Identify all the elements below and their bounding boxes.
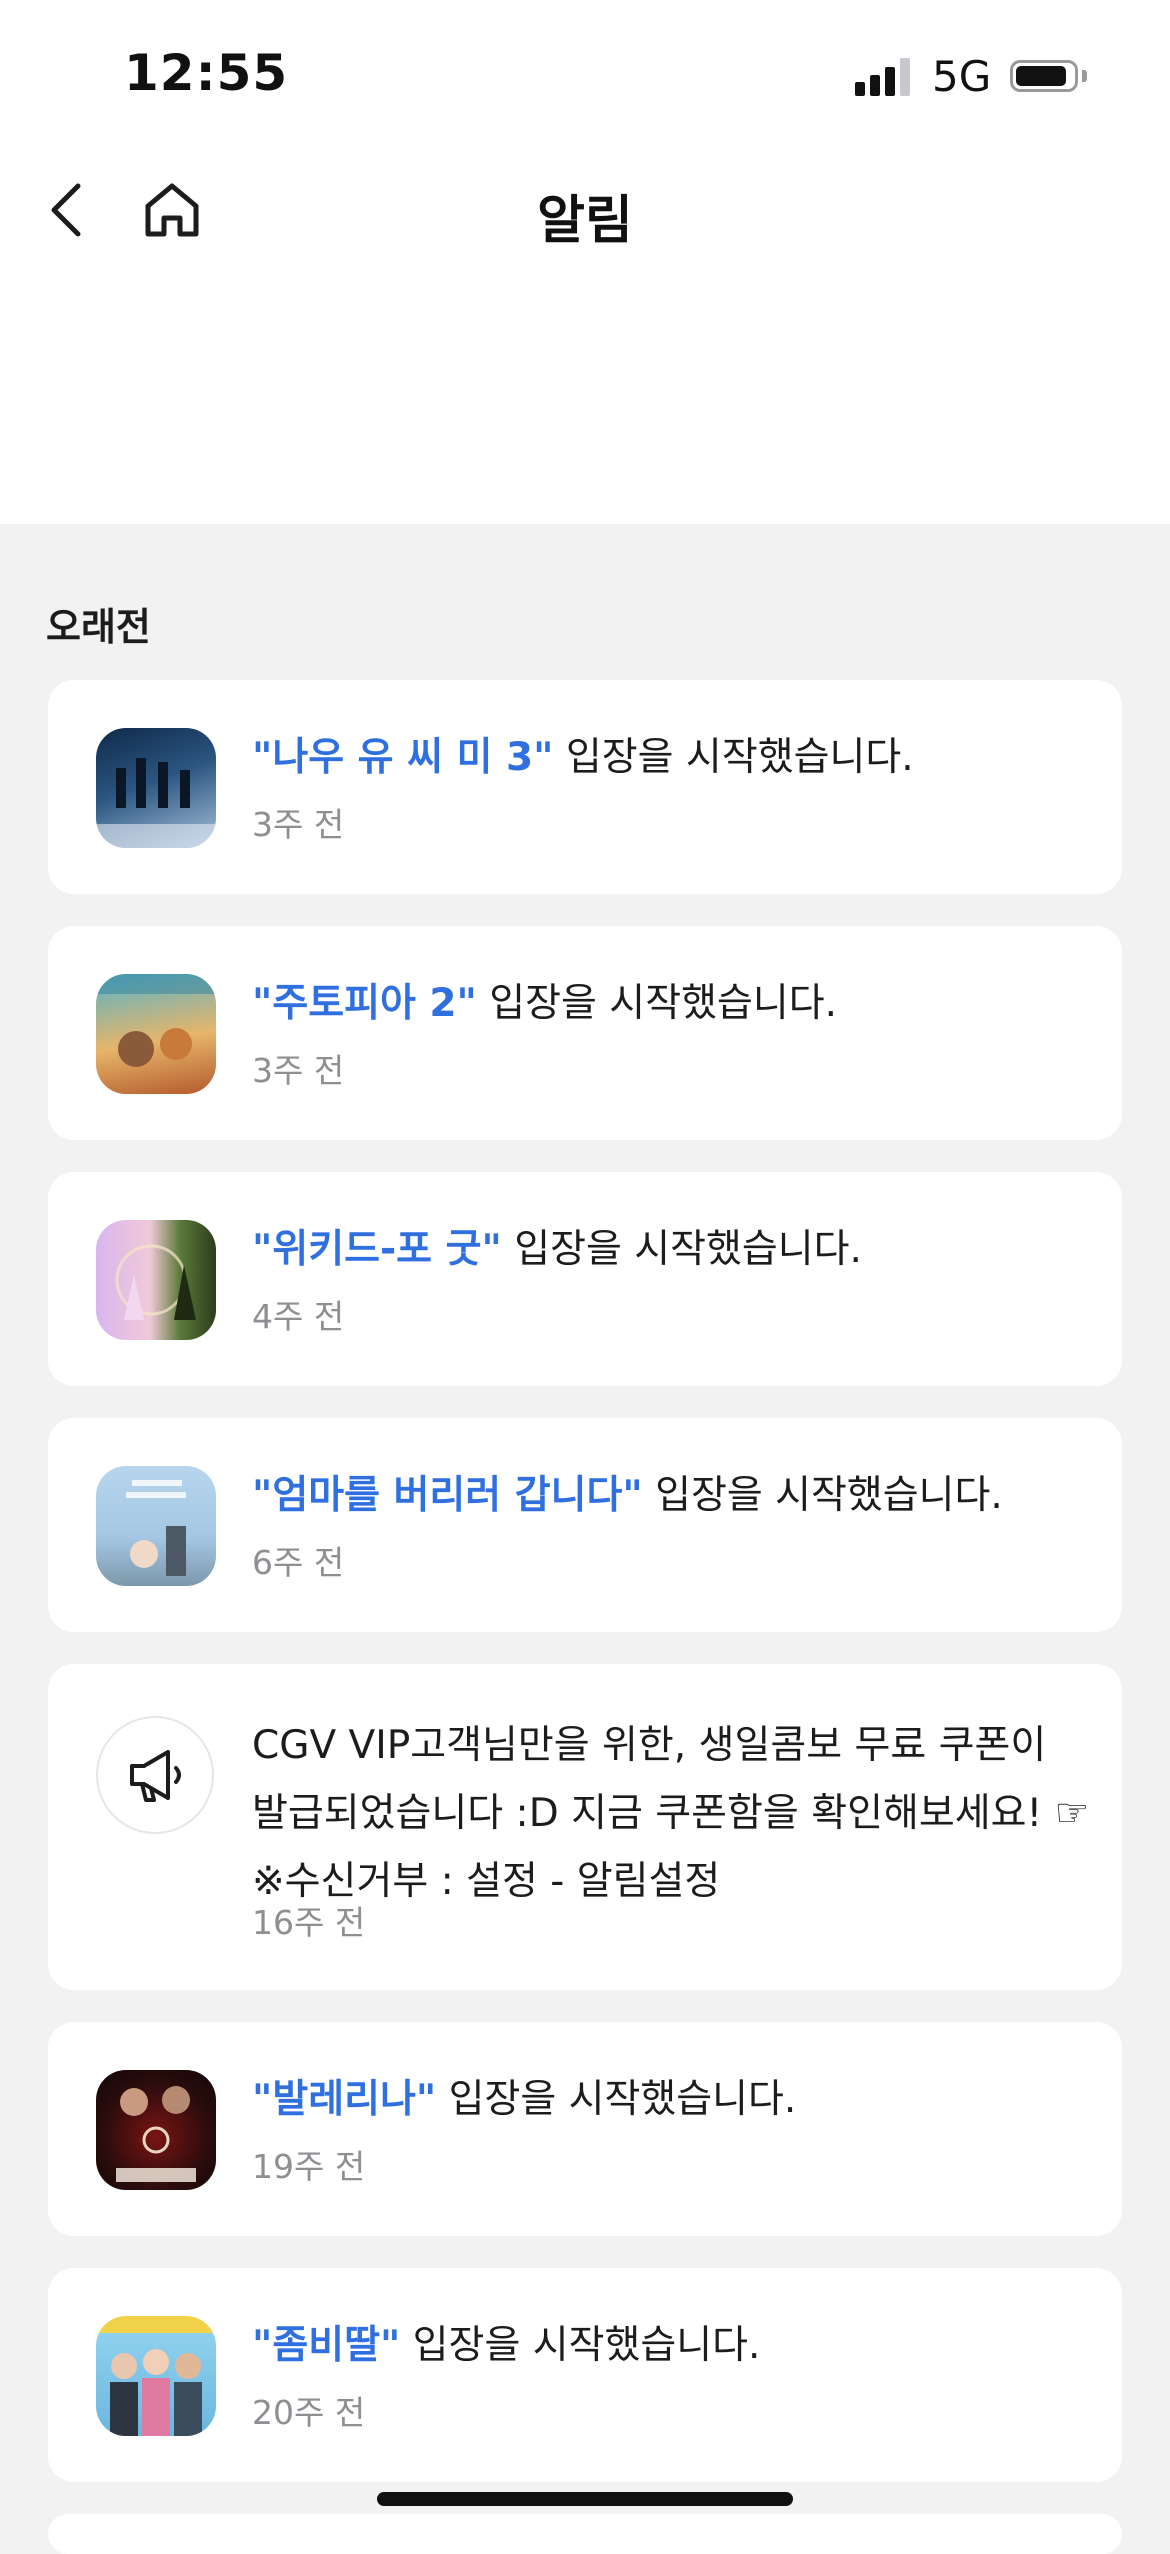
notification-card[interactable]: "발레리나" 입장을 시작했습니다. 19주 전 <box>48 2022 1122 2236</box>
section-label: 오래전 <box>46 605 151 649</box>
message-text: 입장을 시작했습니다. <box>400 2323 761 2368</box>
movie-title: "위키드-포 굿" <box>252 1227 502 1272</box>
notification-message: "나우 유 씨 미 3" 입장을 시작했습니다. <box>252 730 914 786</box>
nav-bar: 알림 <box>0 160 1170 260</box>
notification-time: 19주 전 <box>252 2147 366 2186</box>
notification-card[interactable]: "주토피아 2" 입장을 시작했습니다. 3주 전 <box>48 926 1122 1140</box>
message-text: 입장을 시작했습니다. <box>436 2077 797 2122</box>
notification-time: 20주 전 <box>252 2393 366 2432</box>
notification-time: 3주 전 <box>252 805 345 844</box>
promo-line: CGV VIP고객님만을 위한, 생일콤보 무료 쿠폰이 <box>252 1723 1047 1768</box>
page-title: 알림 <box>537 191 633 251</box>
movie-poster-thumbnail <box>96 728 216 848</box>
notification-card[interactable]: "나우 유 씨 미 3" 입장을 시작했습니다. 3주 전 <box>48 680 1122 894</box>
movie-poster-thumbnail <box>96 974 216 1094</box>
message-text: 입장을 시작했습니다. <box>501 1227 862 1272</box>
network-label: 5G <box>932 52 992 101</box>
battery-icon <box>1010 60 1078 92</box>
movie-title: "주토피아 2" <box>252 981 477 1026</box>
movie-title: "엄마를 버리러 갑니다" <box>252 1473 643 1518</box>
notification-card[interactable] <box>48 2514 1122 2554</box>
movie-poster-thumbnail <box>96 2316 216 2436</box>
notification-time: 4주 전 <box>252 1297 345 1336</box>
notification-time: 3주 전 <box>252 1051 345 1090</box>
megaphone-icon <box>96 1716 214 1834</box>
promo-line: ※수신거부 : 설정 - 알림설정 <box>252 1859 721 1904</box>
notification-time: 16주 전 <box>252 1903 366 1942</box>
signal-icon <box>855 58 915 96</box>
movie-title: "나우 유 씨 미 3" <box>252 735 554 780</box>
movie-poster-thumbnail <box>96 1466 216 1586</box>
notification-message: "위키드-포 굿" 입장을 시작했습니다. <box>252 1222 862 1278</box>
status-time: 12:55 <box>124 44 289 102</box>
message-text: 입장을 시작했습니다. <box>476 981 837 1026</box>
notification-message: "주토피아 2" 입장을 시작했습니다. <box>252 976 837 1032</box>
promo-message: CGV VIP고객님만을 위한, 생일콤보 무료 쿠폰이 발급되었습니다 :D … <box>252 1712 1090 1916</box>
notification-message: "좀비딸" 입장을 시작했습니다. <box>252 2318 760 2374</box>
notification-time: 6주 전 <box>252 1543 345 1582</box>
movie-poster-thumbnail <box>96 1220 216 1340</box>
home-indicator[interactable] <box>377 2492 793 2506</box>
notification-message: "엄마를 버리러 갑니다" 입장을 시작했습니다. <box>252 1468 1003 1524</box>
battery-tip <box>1082 70 1087 82</box>
promo-notification-card[interactable]: CGV VIP고객님만을 위한, 생일콤보 무료 쿠폰이 발급되었습니다 :D … <box>48 1664 1122 1990</box>
message-text: 입장을 시작했습니다. <box>642 1473 1003 1518</box>
status-bar: 12:55 5G <box>0 0 1170 150</box>
message-text: 입장을 시작했습니다. <box>553 735 914 780</box>
movie-title: "발레리나" <box>252 2077 437 2122</box>
movie-poster-thumbnail <box>96 2070 216 2190</box>
promo-line: 발급되었습니다 :D 지금 쿠폰함을 확인해보세요! ☞ <box>252 1791 1090 1836</box>
notification-card[interactable]: "좀비딸" 입장을 시작했습니다. 20주 전 <box>48 2268 1122 2482</box>
notification-message: "발레리나" 입장을 시작했습니다. <box>252 2072 796 2128</box>
notification-card[interactable]: "엄마를 버리러 갑니다" 입장을 시작했습니다. 6주 전 <box>48 1418 1122 1632</box>
movie-title: "좀비딸" <box>252 2323 401 2368</box>
notification-card[interactable]: "위키드-포 굿" 입장을 시작했습니다. 4주 전 <box>48 1172 1122 1386</box>
